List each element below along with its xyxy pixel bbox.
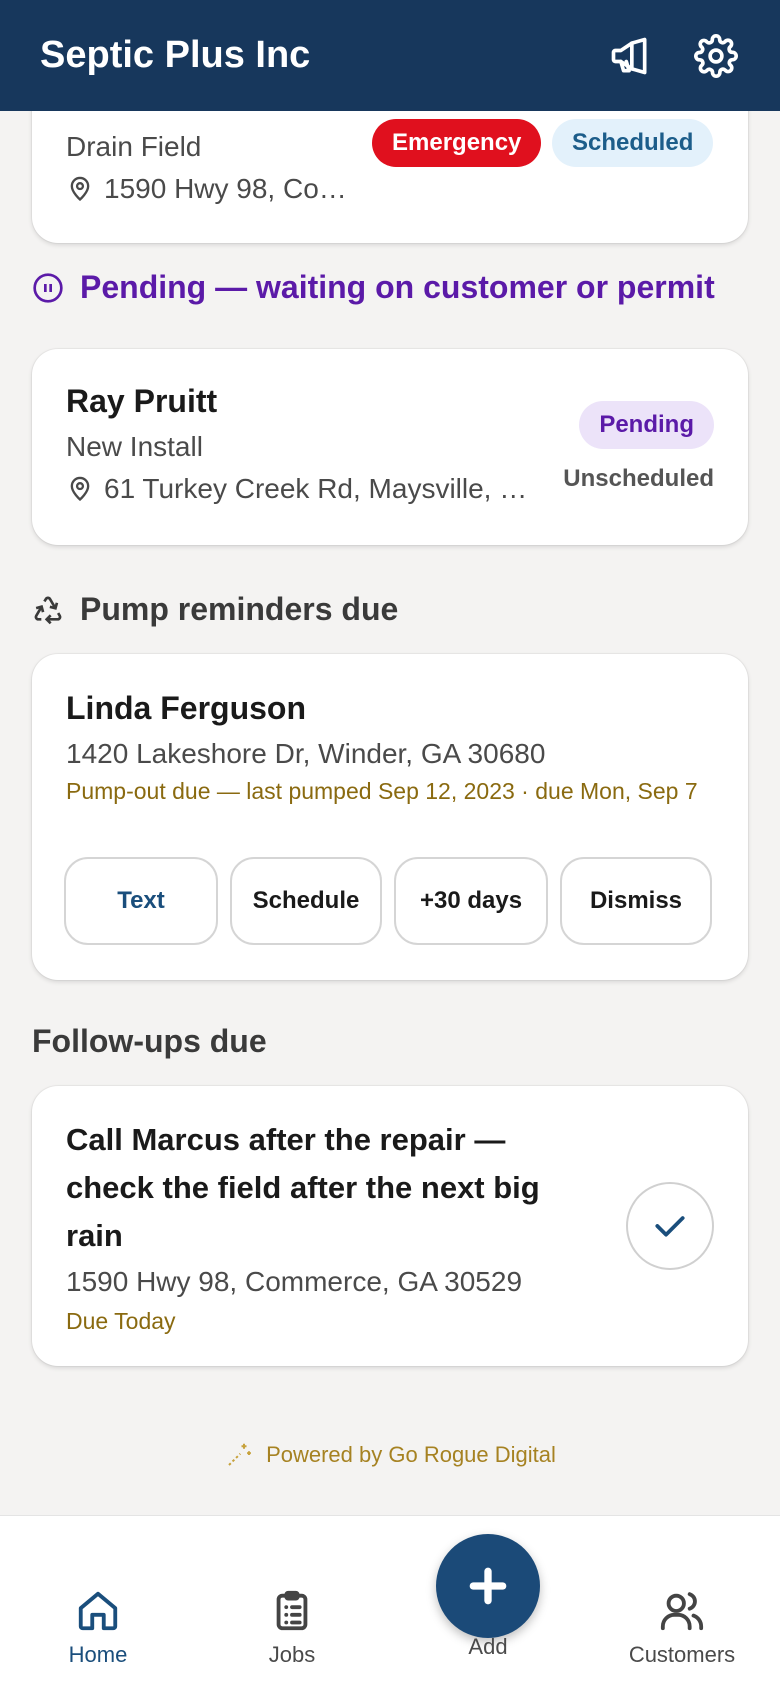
check-icon <box>655 1216 685 1237</box>
home-icon <box>78 1591 118 1631</box>
clipboard-icon <box>276 1590 308 1631</box>
job-address: 1590 Hwy 98, Co… <box>66 173 347 205</box>
job-service: Drain Field <box>66 131 202 162</box>
scheduled-badge: Scheduled <box>552 119 714 167</box>
bottom-nav: Home Jobs Add Customers <box>0 1515 780 1688</box>
followup-card: Call Marcus after the repair — check the… <box>32 1086 748 1366</box>
pending-section-header: Pending — waiting on customer or permit <box>32 269 715 306</box>
followup-title: Call Marcus after the repair — check the… <box>66 1122 540 1253</box>
app-title: Septic Plus Inc <box>40 34 311 76</box>
job-service: New Install <box>66 431 203 462</box>
plus-icon <box>469 1567 507 1605</box>
add-fab-button[interactable] <box>436 1534 540 1638</box>
job-card-pending[interactable]: Ray Pruitt New Install 61 Turkey Creek R… <box>32 349 748 545</box>
pending-badge: Pending <box>579 401 714 449</box>
customer-name: Linda Ferguson <box>66 690 306 726</box>
followups-header: Follow-ups due <box>32 1023 267 1059</box>
nav-add[interactable]: Add <box>408 1634 568 1660</box>
recycle-icon <box>34 596 62 624</box>
megaphone-icon[interactable] <box>606 32 654 80</box>
nav-jobs[interactable]: Jobs <box>212 1588 372 1668</box>
pause-circle-icon <box>33 272 63 303</box>
customer-name: Ray Pruitt <box>66 383 218 419</box>
text-button[interactable]: Text <box>64 857 218 945</box>
pump-reminder-card: Linda Ferguson 1420 Lakeshore Dr, Winder… <box>32 654 748 980</box>
schedule-button[interactable]: Schedule <box>230 857 382 945</box>
gear-icon[interactable] <box>692 32 740 80</box>
schedule-status: Unscheduled <box>563 465 714 492</box>
job-address: 61 Turkey Creek Rd, Maysville, … <box>66 473 526 505</box>
location-pin-icon <box>70 176 90 202</box>
emergency-badge: Emergency <box>372 119 542 167</box>
home-feed: Drain Field 1590 Hwy 98, Co… Emergency S… <box>0 111 780 1515</box>
nav-customers[interactable]: Customers <box>602 1588 762 1668</box>
powered-by[interactable]: Powered by Go Rogue Digital <box>0 1440 780 1470</box>
pump-due-note: Pump-out due — last pumped Sep 12, 2023 … <box>66 778 698 804</box>
followup-due: Due Today <box>66 1308 176 1334</box>
snooze-30-days-button[interactable]: +30 days <box>394 857 548 945</box>
sparkle-wand-icon <box>228 1443 251 1466</box>
complete-checkbox[interactable] <box>626 1182 714 1270</box>
app-header: Septic Plus Inc <box>0 0 780 111</box>
pump-reminders-header: Pump reminders due <box>32 591 398 628</box>
job-card-drain-field[interactable]: Drain Field 1590 Hwy 98, Co… Emergency S… <box>32 111 748 243</box>
dismiss-button[interactable]: Dismiss <box>560 857 712 945</box>
location-pin-icon <box>70 476 90 502</box>
customer-address: 1420 Lakeshore Dr, Winder, GA 30680 <box>66 738 546 769</box>
nav-home[interactable]: Home <box>18 1588 178 1668</box>
users-icon <box>660 1592 704 1631</box>
followup-address: 1590 Hwy 98, Commerce, GA 30529 <box>66 1266 523 1297</box>
